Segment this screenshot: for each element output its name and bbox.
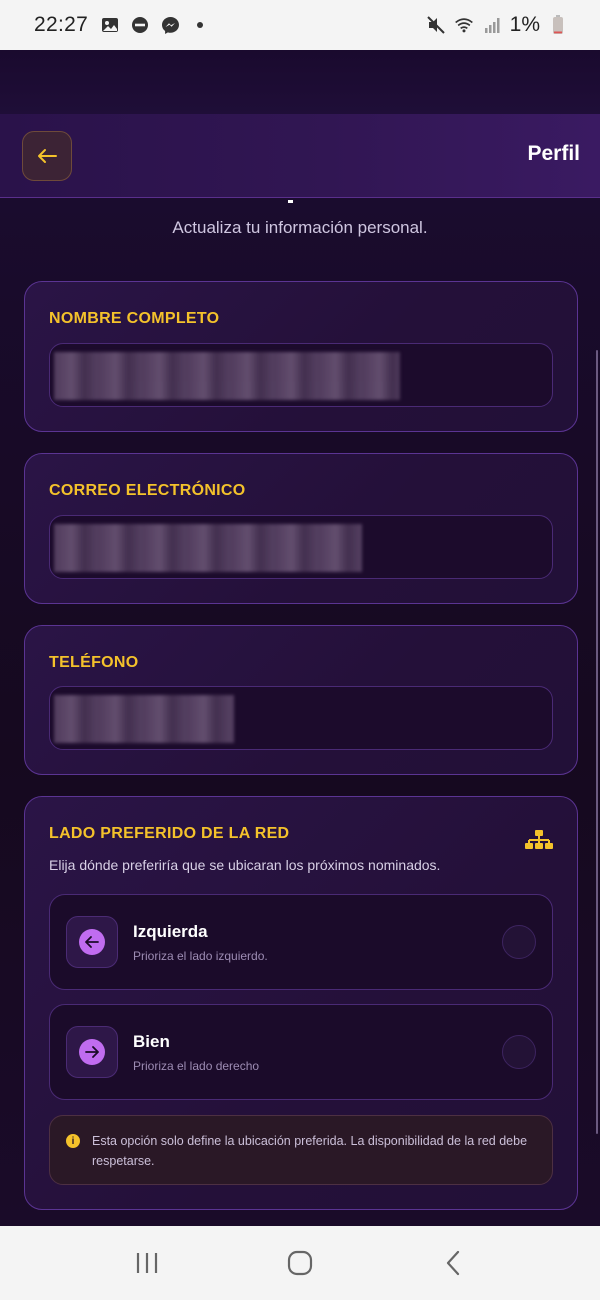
option-right-title: Bien xyxy=(133,1032,170,1051)
status-bar: 22:27 1% xyxy=(0,0,600,50)
info-icon: i xyxy=(66,1134,80,1148)
page-title: Perfil xyxy=(527,142,580,165)
info-text: Esta opción solo define la ubicación pre… xyxy=(92,1134,528,1168)
network-side-label: LADO PREFERIDO DE LA RED xyxy=(49,825,290,842)
phone-field[interactable] xyxy=(49,686,553,750)
dot-icon xyxy=(190,15,210,35)
email-redacted-value xyxy=(54,524,362,572)
messenger-icon xyxy=(160,15,180,35)
battery-percentage: 1% xyxy=(509,13,540,36)
status-left: 22:27 xyxy=(34,13,210,37)
email-card: CORREO ELECTRÓNICO xyxy=(24,453,578,604)
top-band xyxy=(0,50,600,116)
status-time: 22:27 xyxy=(34,13,89,36)
status-right: 1% xyxy=(426,13,568,37)
email-label: CORREO ELECTRÓNICO xyxy=(49,482,246,499)
chevron-left-icon xyxy=(447,1250,460,1276)
battery-icon xyxy=(548,15,568,35)
network-side-card: LADO PREFERIDO DE LA RED Elija dónde pre… xyxy=(24,796,578,1210)
signal-icon xyxy=(482,15,502,35)
header: Perfil xyxy=(0,114,600,198)
scrollbar[interactable] xyxy=(596,350,598,1134)
email-field[interactable] xyxy=(49,515,553,579)
option-right-description: Prioriza el lado derecho xyxy=(133,1059,260,1073)
option-left-icon-box xyxy=(66,916,118,968)
wifi-icon xyxy=(454,15,474,35)
option-left-description: Prioriza el lado izquierdo. xyxy=(133,949,268,963)
arrow-left-icon xyxy=(79,929,105,955)
option-right[interactable]: Bien Prioriza el lado derecho xyxy=(49,1004,553,1100)
network-side-description: Elija dónde preferiría que se ubicaran l… xyxy=(49,857,441,873)
name-redacted-value xyxy=(54,352,400,400)
arrow-left-icon xyxy=(38,149,57,163)
page-subtitle: Actualiza tu información personal. xyxy=(172,218,428,237)
option-left-title: Izquierda xyxy=(133,922,208,941)
arrow-right-icon xyxy=(79,1039,105,1065)
app-content: Perfil Actualiza tu información personal… xyxy=(0,50,600,1226)
back-nav-button[interactable] xyxy=(423,1241,483,1285)
navigation-bar xyxy=(0,1226,600,1300)
option-left-radio[interactable] xyxy=(502,925,536,959)
recent-apps-button[interactable] xyxy=(117,1241,177,1285)
option-right-radio[interactable] xyxy=(502,1035,536,1069)
name-field[interactable] xyxy=(49,343,553,407)
phone-card: TELÉFONO xyxy=(24,625,578,775)
do-not-disturb-icon xyxy=(130,15,150,35)
option-left[interactable]: Izquierda Prioriza el lado izquierdo. xyxy=(49,894,553,990)
partially-hidden-heading xyxy=(288,200,293,203)
option-right-icon-box xyxy=(66,1026,118,1078)
name-card: NOMBRE COMPLETO xyxy=(24,281,578,432)
phone-label: TELÉFONO xyxy=(49,654,139,671)
image-icon xyxy=(100,15,120,35)
info-notice: i Esta opción solo define la ubicación p… xyxy=(49,1115,553,1185)
name-label: NOMBRE COMPLETO xyxy=(49,310,220,327)
back-button[interactable] xyxy=(22,131,72,181)
phone-redacted-value xyxy=(54,695,234,743)
mute-icon xyxy=(426,15,446,35)
network-tree-icon xyxy=(525,829,553,856)
home-icon xyxy=(287,1250,313,1276)
home-button[interactable] xyxy=(270,1241,330,1285)
recent-apps-icon xyxy=(136,1253,157,1273)
